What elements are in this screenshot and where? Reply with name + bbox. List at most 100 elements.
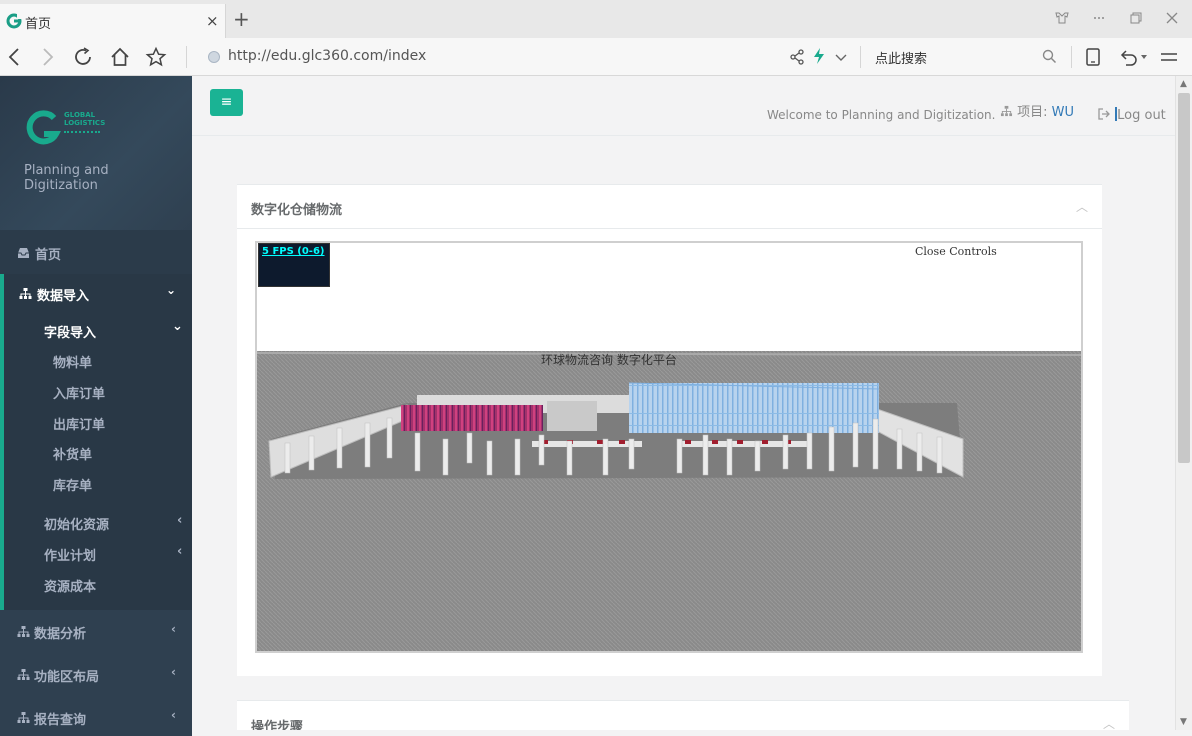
sign-out-icon bbox=[1098, 108, 1110, 120]
fps-monitor[interactable]: 5 FPS (0-6) bbox=[258, 243, 330, 287]
sitemap-icon bbox=[17, 626, 30, 637]
sidebar-item-label: 首页 bbox=[35, 248, 62, 263]
brand-header: GLOBAL LOGISTICS Planning and Digitizati… bbox=[0, 76, 192, 230]
app-tagline: Planning and Digitization bbox=[24, 163, 109, 193]
sidebar-item-label: 报告查询 bbox=[34, 713, 87, 728]
sidebar-subitem-init-resources[interactable]: 初始化资源 ‹ bbox=[44, 513, 192, 533]
brand-name-line2: LOGISTICS bbox=[64, 119, 106, 127]
brand-subtitle bbox=[64, 131, 100, 134]
project-indicator[interactable]: 项目: WU bbox=[1000, 101, 1074, 120]
chevron-left-icon: ‹ bbox=[171, 665, 176, 679]
warehouse-3d-scene[interactable] bbox=[257, 243, 1083, 653]
main-menu-icon[interactable] bbox=[1160, 49, 1178, 65]
scene-caption: 环球物流咨询 数字化平台 bbox=[541, 353, 677, 367]
top-navbar: ≡ Welcome to Planning and Digitization. … bbox=[192, 76, 1175, 136]
sidebar-item-report-query[interactable]: 报告查询 ‹ bbox=[0, 696, 192, 736]
sidebar: GLOBAL LOGISTICS Planning and Digitizati… bbox=[0, 76, 192, 736]
close-controls-button[interactable]: Close Controls bbox=[915, 245, 997, 258]
sidebar-subitem-inbound-order[interactable]: 入库订单 bbox=[53, 383, 105, 402]
card-title: 操作步骤 bbox=[251, 720, 304, 730]
reading-mode-icon[interactable] bbox=[1084, 47, 1102, 67]
sitemap-icon bbox=[19, 288, 32, 299]
more-icon[interactable] bbox=[1093, 16, 1105, 20]
sidebar-item-home[interactable]: 首页 bbox=[0, 230, 192, 274]
fps-readout: 5 FPS (0-6) bbox=[262, 246, 325, 257]
project-value: WU bbox=[1051, 105, 1075, 120]
sidebar-item-label: 数据分析 bbox=[34, 627, 87, 642]
site-security-icon bbox=[208, 51, 220, 63]
3d-warehouse-viewer[interactable]: 5 FPS (0-6) Close Controls 环球物流咨询 数字化平台 bbox=[255, 241, 1083, 653]
sidebar-item-label: 数据导入 bbox=[37, 289, 90, 304]
chevron-left-icon: ‹ bbox=[171, 622, 176, 636]
sidebar-item-data-analysis[interactable]: 数据分析 ‹ bbox=[0, 610, 192, 653]
divider bbox=[186, 46, 187, 68]
reload-icon[interactable] bbox=[73, 46, 95, 68]
blue-rack-zone bbox=[629, 383, 879, 433]
sidebar-subitem-inventory[interactable]: 库存单 bbox=[53, 475, 92, 494]
restore-icon[interactable] bbox=[1130, 12, 1142, 24]
card-header: 数字化仓储物流 ︿ bbox=[237, 185, 1102, 229]
collapse-chevron-up-icon[interactable]: ︿ bbox=[1076, 198, 1088, 215]
divider bbox=[1071, 46, 1072, 68]
brand-name: GLOBAL LOGISTICS bbox=[64, 111, 105, 127]
home-icon[interactable] bbox=[109, 46, 131, 68]
scrollbar-thumb[interactable] bbox=[1178, 93, 1190, 463]
chevron-down-icon: ⌄ bbox=[172, 319, 183, 334]
speed-mode-icon[interactable] bbox=[812, 47, 826, 65]
sidebar-item-label: 功能区布局 bbox=[34, 670, 100, 685]
sidebar-subitem-outbound-order[interactable]: 出库订单 bbox=[53, 414, 105, 433]
page-scrollbar[interactable]: ▲ ▼ bbox=[1175, 76, 1192, 730]
project-label: 项目: bbox=[1017, 105, 1048, 120]
chevron-down-icon[interactable] bbox=[1140, 53, 1148, 61]
warehouse-viewer-card: 数字化仓储物流 ︿ 5 FPS (0-6) Close Controls 环球物… bbox=[237, 184, 1102, 676]
sitemap-icon bbox=[1000, 105, 1013, 117]
main-content: ≡ Welcome to Planning and Digitization. … bbox=[192, 76, 1175, 730]
back-icon[interactable] bbox=[4, 46, 26, 68]
window-close-icon[interactable] bbox=[1166, 12, 1178, 24]
chevron-left-icon: ‹ bbox=[171, 708, 176, 722]
scroll-down-icon[interactable]: ▼ bbox=[1180, 717, 1187, 727]
chevron-down-icon[interactable]: ⌄ bbox=[166, 283, 176, 297]
warehouse-center-block bbox=[547, 401, 597, 431]
search-icon[interactable] bbox=[1042, 49, 1057, 64]
new-tab-icon[interactable]: + bbox=[233, 9, 250, 29]
url-field[interactable]: http://edu.glc360.com/index bbox=[205, 47, 785, 67]
logout-link[interactable]: Log out bbox=[1098, 107, 1166, 123]
sidebar-item-function-layout[interactable]: 功能区布局 ‹ bbox=[0, 653, 192, 696]
tab-close-icon[interactable]: × bbox=[206, 12, 219, 30]
url-text: http://edu.glc360.com/index bbox=[228, 48, 427, 64]
site-favicon-icon bbox=[6, 13, 22, 29]
browser-address-bar: http://edu.glc360.com/index 点此搜索 bbox=[0, 38, 1192, 76]
sidebar-subitem-resource-cost[interactable]: 资源成本 bbox=[44, 576, 96, 595]
undo-close-icon[interactable] bbox=[1118, 47, 1138, 67]
sidebar-subitem-replenishment[interactable]: 补货单 bbox=[53, 444, 92, 463]
sidebar-toggle-button[interactable]: ≡ bbox=[210, 89, 243, 116]
red-rack-zone bbox=[401, 405, 543, 431]
browser-tab[interactable]: 首页 × bbox=[0, 4, 226, 38]
divider bbox=[860, 46, 861, 68]
skin-icon[interactable] bbox=[1054, 12, 1070, 24]
brand-name-line1: GLOBAL bbox=[64, 111, 96, 119]
sitemap-icon bbox=[17, 669, 30, 680]
browser-search-input[interactable]: 点此搜索 bbox=[868, 46, 1064, 68]
sidebar-subitem-field-import[interactable]: 字段导入 ⌄ bbox=[44, 319, 192, 341]
sidebar-item-data-import[interactable]: 数据导入 ⌄ 字段导入 ⌄ 物料单 入库订单 出库订单 补货单 库存单 初始化资… bbox=[0, 274, 192, 610]
bookmark-star-icon[interactable] bbox=[145, 46, 167, 68]
sidebar-subitem-material-list[interactable]: 物料单 bbox=[53, 352, 92, 371]
sidebar-subitem-label: 字段导入 bbox=[44, 326, 97, 341]
chevron-down-icon[interactable] bbox=[834, 50, 848, 64]
brand-logo-icon bbox=[26, 110, 62, 145]
scroll-up-icon[interactable]: ▲ bbox=[1180, 79, 1187, 89]
collapse-chevron-up-icon[interactable]: ︿ bbox=[1103, 715, 1115, 730]
share-icon[interactable] bbox=[788, 48, 806, 66]
browser-tab-bar: 首页 × + bbox=[0, 0, 1192, 38]
sidebar-subitem-label: 初始化资源 bbox=[44, 518, 110, 533]
logout-label: Log out bbox=[1117, 108, 1166, 123]
sidebar-subitem-work-plan[interactable]: 作业计划 ‹ bbox=[44, 544, 192, 564]
operation-steps-card: 操作步骤 ︿ bbox=[237, 700, 1129, 730]
sidebar-subitem-label: 作业计划 bbox=[44, 549, 97, 564]
inbox-icon bbox=[18, 248, 29, 258]
forward-icon[interactable] bbox=[36, 46, 58, 68]
tab-title: 首页 bbox=[25, 17, 52, 32]
chevron-left-icon: ‹ bbox=[177, 544, 183, 559]
